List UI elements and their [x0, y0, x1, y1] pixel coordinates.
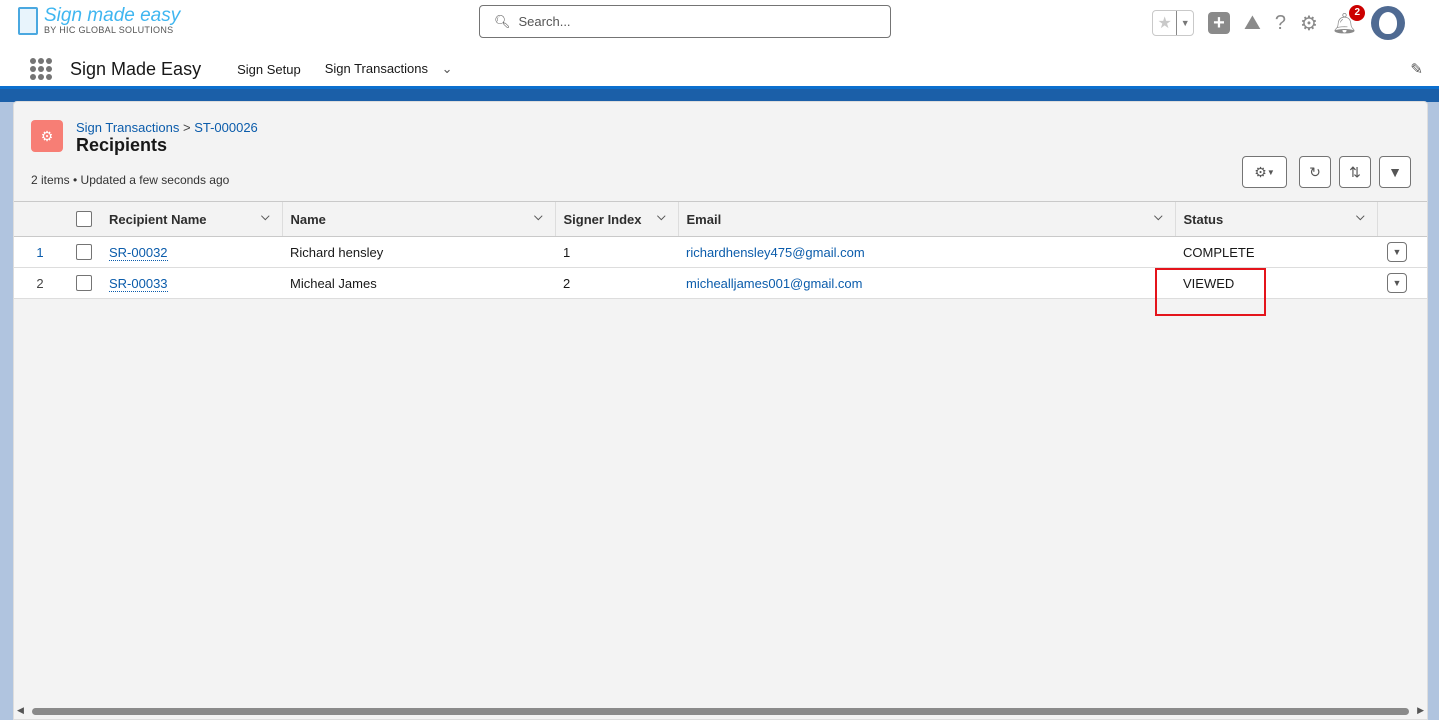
- scroll-right-icon[interactable]: ▶: [1417, 705, 1424, 716]
- search-placeholder: Search...: [518, 14, 571, 29]
- row-number: 1: [14, 236, 66, 268]
- help-icon[interactable]: ?: [1275, 12, 1286, 35]
- nav-item-sign-transactions[interactable]: Sign Transactions ⌄: [325, 61, 453, 77]
- row-number: 2: [14, 267, 66, 299]
- related-list-card: ⚙ Sign Transactions > ST-000026 Recipien…: [13, 101, 1428, 720]
- app-name: Sign Made Easy: [70, 58, 202, 79]
- status-highlight-box: [1155, 268, 1266, 316]
- breadcrumb: Sign Transactions > ST-000026: [76, 120, 258, 135]
- header-band: [0, 86, 1439, 102]
- search-icon: 🔍︎: [494, 13, 511, 29]
- column-header-recipient-name[interactable]: Recipient Name ⌵: [101, 201, 282, 237]
- search-input[interactable]: 🔍︎ Search...: [479, 5, 891, 38]
- chevron-down-icon[interactable]: ⌵: [261, 211, 269, 224]
- chevron-down-icon[interactable]: ⌵: [1154, 211, 1162, 224]
- app-logo[interactable]: Sign made easy BY HIC GLOBAL SOLUTIONS: [18, 6, 180, 35]
- breadcrumb-sign-transactions[interactable]: Sign Transactions: [76, 120, 179, 135]
- star-icon: ★: [1157, 15, 1172, 32]
- nav-label: Sign Transactions: [324, 61, 429, 76]
- status-cell: COMPLETE: [1175, 236, 1377, 268]
- setup-gear-icon[interactable]: ⚙: [1300, 11, 1318, 36]
- document-icon: [18, 6, 38, 35]
- column-label: Signer Index: [563, 211, 642, 227]
- app-launcher-icon[interactable]: [30, 58, 52, 80]
- row-checkbox[interactable]: [76, 244, 92, 261]
- row-actions-button[interactable]: ▼: [1387, 242, 1407, 262]
- column-label: Recipient Name: [109, 211, 207, 227]
- logo-title: Sign made easy: [44, 5, 181, 26]
- chevron-down-icon[interactable]: ⌵: [1356, 211, 1364, 224]
- recipient-link[interactable]: SR-00033: [109, 275, 168, 292]
- column-header-name[interactable]: Name ⌵: [281, 201, 555, 237]
- select-all-header: [66, 201, 101, 237]
- caret-down-icon: ▼: [1176, 11, 1193, 35]
- gears-object-icon: ⚙: [31, 120, 63, 152]
- row-number-header: [14, 201, 66, 237]
- name-cell: Richard hensley: [282, 236, 555, 268]
- row-actions-button[interactable]: ▼: [1387, 273, 1407, 293]
- table-row: 1 SR-00032 Richard hensley 1 richardhens…: [14, 236, 1427, 268]
- global-header: Sign made easy BY HIC GLOBAL SOLUTIONS 🔍︎…: [0, 0, 1439, 86]
- breadcrumb-separator: >: [182, 120, 191, 135]
- horizontal-scrollbar[interactable]: ◀ ▶: [14, 704, 1427, 718]
- column-header-signer-index[interactable]: Signer Index ⌵: [554, 201, 678, 237]
- sort-button[interactable]: ⇅: [1339, 156, 1371, 188]
- list-settings-button[interactable]: ⚙ ▼: [1242, 156, 1287, 188]
- select-all-checkbox[interactable]: [76, 211, 92, 228]
- notification-badge: 2: [1349, 4, 1366, 21]
- nav-item-sign-setup[interactable]: Sign Setup: [237, 62, 301, 77]
- signer-index-cell: 2: [555, 267, 678, 299]
- column-header-email[interactable]: Email ⌵: [677, 201, 1175, 237]
- scrollbar-thumb[interactable]: [32, 708, 1409, 715]
- filter-button[interactable]: ▼: [1379, 156, 1411, 188]
- chevron-down-icon[interactable]: ⌄: [442, 61, 453, 76]
- notifications-bell-icon[interactable]: 🔔︎ 2: [1332, 4, 1366, 36]
- global-actions-button[interactable]: +: [1208, 12, 1230, 34]
- list-meta: 2 items • Updated a few seconds ago: [31, 173, 230, 187]
- avatar[interactable]: [1371, 6, 1406, 40]
- recipient-link[interactable]: SR-00032: [109, 244, 168, 261]
- column-label: Status: [1183, 211, 1224, 227]
- favorites-button[interactable]: ★ ▼: [1152, 10, 1194, 36]
- chevron-down-icon[interactable]: ⌵: [657, 211, 665, 224]
- email-link[interactable]: michealljames001@gmail.com: [686, 276, 862, 291]
- trailhead-icon[interactable]: ⛰: [1244, 12, 1261, 35]
- signer-index-cell: 1: [555, 236, 678, 268]
- column-label: Name: [290, 211, 326, 227]
- chevron-down-icon[interactable]: ⌵: [534, 211, 542, 224]
- refresh-button[interactable]: ↻: [1299, 156, 1331, 188]
- column-label: Email: [686, 211, 722, 227]
- email-link[interactable]: richardhensley475@gmail.com: [686, 245, 865, 260]
- edit-nav-pencil-icon[interactable]: ✎: [1410, 60, 1423, 78]
- scroll-left-icon[interactable]: ◀: [17, 705, 24, 716]
- logo-subtitle: BY HIC GLOBAL SOLUTIONS: [44, 25, 174, 35]
- column-header-status[interactable]: Status ⌵: [1174, 201, 1377, 237]
- app-nav: Sign Made Easy Sign Setup Sign Transacti…: [0, 52, 1439, 86]
- name-cell: Micheal James: [282, 267, 555, 299]
- breadcrumb-record[interactable]: ST-000026: [194, 120, 258, 135]
- row-checkbox[interactable]: [76, 275, 92, 292]
- page-title: Recipients: [76, 135, 168, 155]
- actions-header: [1376, 201, 1427, 237]
